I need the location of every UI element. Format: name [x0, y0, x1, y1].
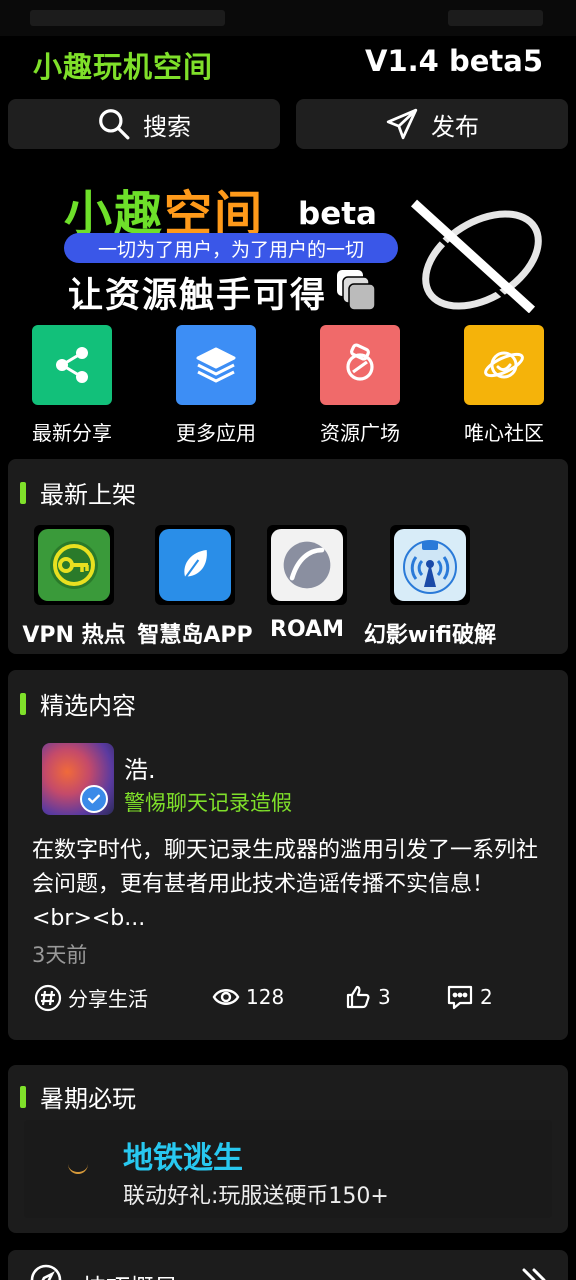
banner[interactable]: 小趣空间 beta 一切为了用户，为了用户的一切 让资源触手可得	[0, 160, 576, 318]
status-bar-right	[448, 10, 543, 26]
like-button[interactable]: 3	[344, 983, 391, 1011]
send-icon	[386, 108, 418, 140]
double-chevron-right-icon[interactable]	[518, 1264, 550, 1280]
banner-tagline: 一切为了用户，为了用户的一切	[64, 233, 398, 263]
status-bar-left	[30, 10, 225, 26]
post-author[interactable]: 浩.	[124, 750, 156, 785]
likes-count: 3	[378, 985, 391, 1009]
search-icon	[99, 109, 130, 140]
hashtag-icon	[34, 984, 62, 1011]
thumbs-up-icon	[346, 985, 370, 1009]
app-name: ROAM	[270, 617, 344, 642]
planet-icon	[484, 351, 524, 379]
publish-button[interactable]: 发布	[296, 99, 568, 149]
share-icon-tile	[32, 325, 112, 405]
verified-badge-icon	[80, 785, 108, 813]
status-bar	[0, 0, 576, 36]
app-name: VPN 热点	[22, 623, 126, 648]
banner-slogan: 让资源触手可得	[68, 276, 328, 316]
app-title: 小趣玩机空间	[33, 50, 214, 84]
cards-icon	[337, 270, 376, 311]
search-label: 搜索	[143, 112, 191, 141]
tips-title: 技巧概显	[82, 1268, 178, 1280]
app-item-zhihuidao[interactable]: 智慧岛APP	[132, 525, 258, 649]
game-thumbnail-icon	[68, 1164, 88, 1174]
section-accent-bar	[20, 481, 26, 504]
quick-more-apps[interactable]: 更多应用	[175, 325, 257, 446]
eye-icon	[212, 989, 240, 1005]
quick-label: 资源广场	[320, 421, 400, 445]
comments-count: 2	[480, 985, 493, 1009]
section-accent-bar	[20, 692, 26, 715]
layers-icon-tile	[176, 325, 256, 405]
post-time: 3天前	[32, 943, 88, 967]
publish-label: 发布	[431, 112, 479, 141]
post-views: 128	[212, 983, 284, 1011]
post-body[interactable]: 在数字时代，聊天记录生成器的滥用引发了一系列社会问题，更有甚者用此技术造谣传播不…	[32, 834, 550, 936]
search-button[interactable]: 搜索	[8, 99, 280, 149]
banner-beta: beta	[298, 196, 377, 232]
tips-card[interactable]: 技巧概显	[8, 1250, 568, 1280]
quick-label: 最新分享	[32, 421, 112, 445]
quick-label: 唯心社区	[464, 421, 544, 445]
quick-resource-square[interactable]: 资源广场	[319, 325, 401, 446]
new-apps-title: 最新上架	[40, 481, 136, 509]
app-item-roam[interactable]: ROAM	[262, 525, 352, 642]
post-category[interactable]: 分享生活	[34, 983, 148, 1012]
summer-header: 暑期必玩	[20, 1079, 136, 1114]
leaf-icon	[184, 550, 207, 579]
compass-icon	[30, 1264, 62, 1280]
new-apps-header: 最新上架	[20, 475, 136, 510]
views-count: 128	[246, 985, 285, 1009]
post-tag[interactable]: 警惕聊天记录造假	[124, 787, 292, 817]
app-name: 幻影wifi破解	[363, 623, 497, 648]
summer-title: 暑期必玩	[40, 1085, 136, 1113]
key-icon	[50, 541, 98, 589]
app-item-huanying-wifi[interactable]: 幻影wifi破解	[356, 525, 504, 649]
post-category-label: 分享生活	[68, 987, 148, 1011]
app-name: 智慧岛APP	[137, 623, 253, 648]
comment-icon	[447, 985, 473, 1010]
ring-icon-tile	[320, 325, 400, 405]
wifi-icon	[403, 540, 457, 594]
quick-community[interactable]: 唯心社区	[463, 325, 545, 446]
featured-title: 精选内容	[40, 692, 136, 720]
planet-icon-tile	[464, 325, 544, 405]
quick-latest-share[interactable]: 最新分享	[31, 325, 113, 446]
game-title[interactable]: 地铁逃生	[123, 1133, 243, 1177]
share-icon	[56, 347, 88, 383]
version-label: V1.4 beta5	[365, 44, 543, 78]
featured-header: 精选内容	[20, 686, 136, 721]
ring-icon	[346, 343, 374, 381]
quick-label: 更多应用	[176, 421, 256, 445]
section-accent-bar	[20, 1085, 26, 1108]
roam-icon	[283, 541, 331, 589]
app-item-vpn[interactable]: VPN 热点	[16, 525, 132, 649]
comment-button[interactable]: 2	[446, 983, 493, 1011]
game-subtitle: 联动好礼:玩服送硬币150+	[123, 1184, 389, 1209]
layers-icon	[196, 347, 236, 383]
logo-decoration-icon	[406, 199, 542, 313]
